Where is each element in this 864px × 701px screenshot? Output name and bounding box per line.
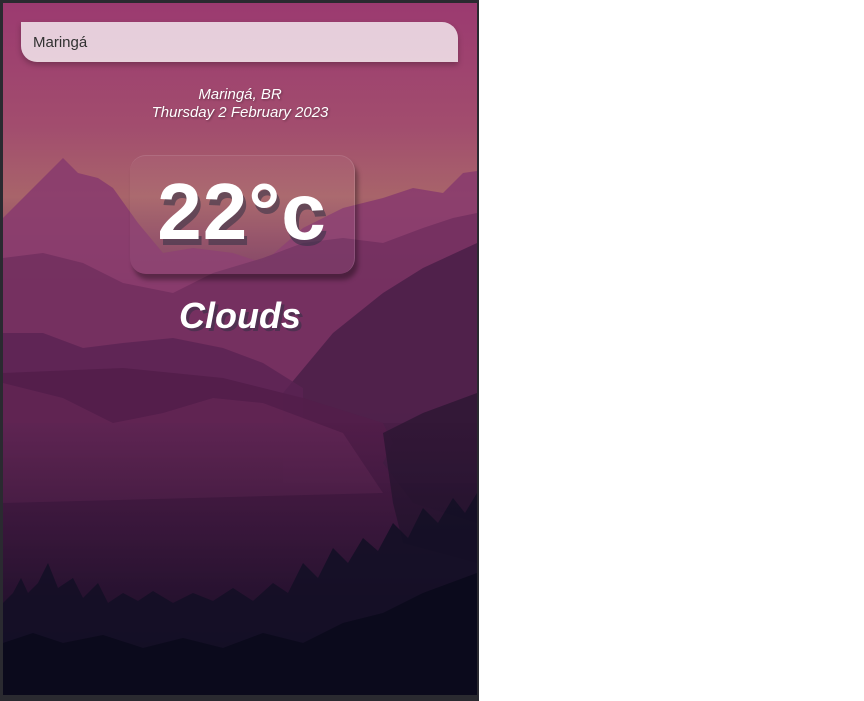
- location-name: Maringá, BR: [198, 86, 282, 103]
- date-label: Thursday 2 February 2023: [151, 104, 329, 121]
- app-frame: Maringá, BR Thursday 2 February 2023 22°…: [0, 0, 479, 701]
- location-box: Maringá, BR Thursday 2 February 2023: [3, 86, 477, 122]
- weather-condition: Clouds: [179, 295, 301, 336]
- temperature-box: 22°c: [130, 155, 355, 274]
- weather-app: Maringá, BR Thursday 2 February 2023 22°…: [3, 3, 477, 695]
- temperature-value: 22°c: [157, 167, 327, 256]
- search-input[interactable]: [21, 22, 458, 62]
